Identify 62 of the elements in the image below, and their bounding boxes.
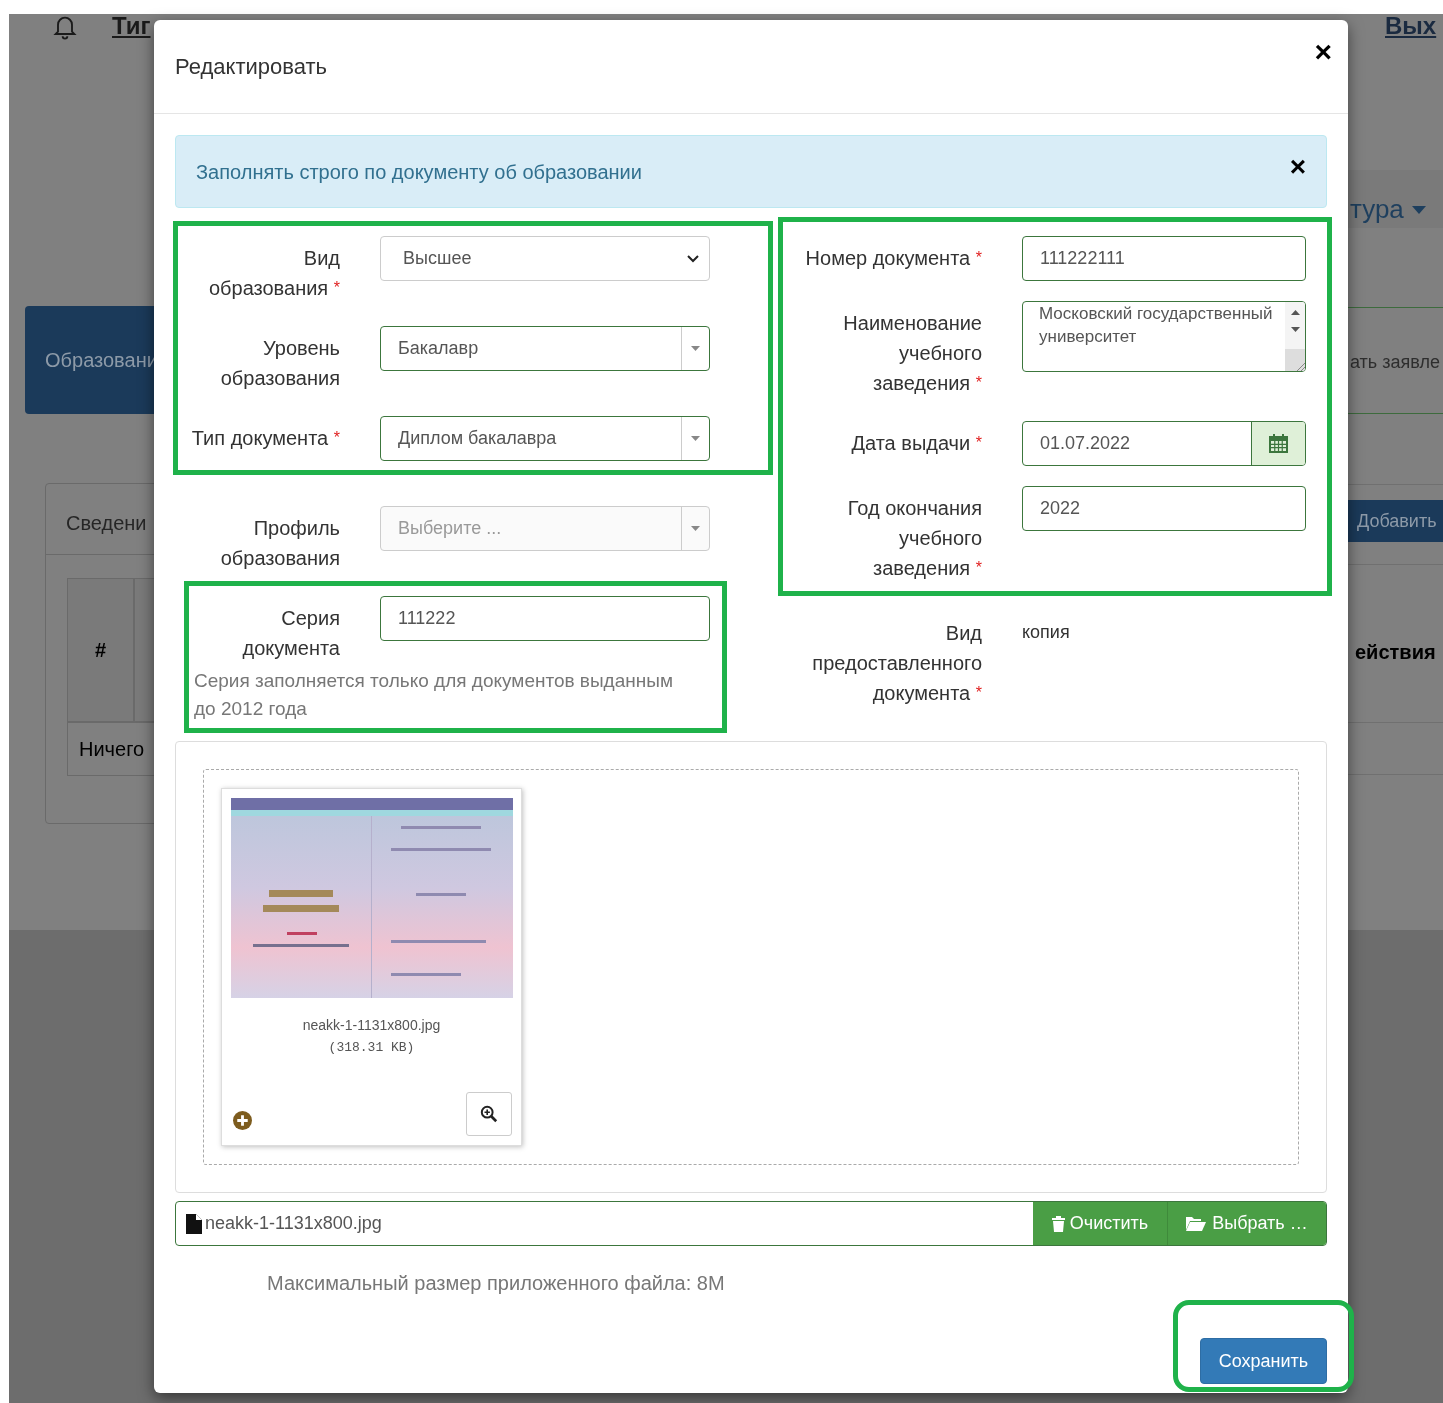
plus-icon[interactable] xyxy=(233,1111,252,1130)
scrollbar[interactable] xyxy=(1285,302,1305,371)
add-button[interactable]: Добавить xyxy=(1348,500,1443,542)
alert-text: Заполнять строго по документу об образовании xyxy=(196,159,642,185)
dropdown-field[interactable]: Диплом бакалавра xyxy=(380,416,710,461)
field-label: Профиль образования xyxy=(219,516,340,571)
field-value: 2022 xyxy=(1040,497,1082,520)
calendar-icon xyxy=(1269,434,1288,453)
zoom-in-icon xyxy=(480,1105,498,1123)
field-label: Дата выдачи * xyxy=(850,431,982,456)
bell-icon[interactable] xyxy=(51,14,79,40)
scroll-up-icon[interactable] xyxy=(1290,310,1300,315)
field-value: Московский государственный университет xyxy=(1038,303,1274,348)
table-header-cell: # xyxy=(67,578,134,722)
dropdown-field[interactable]: Высшее xyxy=(380,236,710,281)
field-label: Наименование учебного заведения * xyxy=(842,311,982,396)
file-name: neakk-1-1131x800.jpg xyxy=(302,1016,441,1035)
field-label: Год окончания учебного заведения * xyxy=(846,496,982,581)
field-value: Диплом бакалавра xyxy=(398,427,558,450)
caret-icon xyxy=(691,436,700,441)
field-value: Высшее xyxy=(403,247,473,270)
file-input-value: neakk-1-1131x800.jpg xyxy=(205,1212,382,1235)
zoom-button[interactable] xyxy=(466,1092,512,1136)
exit-link[interactable]: Вых xyxy=(1385,14,1437,40)
field-value: Бакалавр xyxy=(398,337,480,360)
trash-icon xyxy=(1051,1215,1065,1232)
file-icon xyxy=(186,1213,202,1234)
close-button[interactable]: × xyxy=(1314,36,1332,67)
field-value: 111222111 xyxy=(1040,247,1126,270)
user-link[interactable]: Тиг xyxy=(112,14,151,40)
placeholder-text: Выберите ... xyxy=(398,517,503,540)
input-field[interactable]: 111222111 xyxy=(1022,236,1306,281)
caret-icon xyxy=(691,526,700,531)
field-value: 111222 xyxy=(398,607,457,630)
save-button[interactable]: Сохранить xyxy=(1200,1338,1327,1384)
input-field[interactable]: 111222 xyxy=(380,596,710,641)
field-label: Вид образования * xyxy=(207,246,340,301)
caret-icon xyxy=(691,346,700,351)
resize-handle-icon[interactable] xyxy=(1296,362,1305,371)
field-label: Номер документа * xyxy=(804,246,982,271)
field-label: Серия документа xyxy=(241,606,340,661)
field-value: 01.07.2022 xyxy=(1040,432,1132,455)
date-field[interactable]: 01.07.2022 xyxy=(1022,421,1306,466)
drop-zone[interactable]: neakk-1-1131x800.jpg (318.31 KB) xyxy=(203,769,1299,1165)
file-size: (318.31 KB) xyxy=(328,1039,415,1057)
dialog-title: Редактировать xyxy=(175,53,327,81)
input-field[interactable]: 2022 xyxy=(1022,486,1306,531)
upload-note: Максимальный размер приложенного файла: 8M xyxy=(267,1271,726,1296)
field-value: копия xyxy=(1022,622,1070,642)
field-label: Вид предоставленного документа * xyxy=(811,621,982,706)
caret-icon xyxy=(1411,205,1426,214)
folder-icon xyxy=(1186,1216,1207,1231)
calendar-button[interactable] xyxy=(1251,422,1305,465)
dropdown-field[interactable]: Бакалавр xyxy=(380,326,710,371)
table-header-cell-text: ействия xyxy=(1355,640,1436,665)
panel-title: Сведени xyxy=(66,511,147,536)
chevron-down-icon xyxy=(687,254,699,263)
close-button[interactable]: × xyxy=(1289,152,1306,181)
hint-text: Серия заполняется только для документов выданным до 2012 года xyxy=(194,669,674,721)
field-label: Тип документа * xyxy=(190,426,340,451)
text-area[interactable]: Московский государственный университет xyxy=(1022,301,1306,372)
scroll-down-icon[interactable] xyxy=(1290,327,1300,332)
